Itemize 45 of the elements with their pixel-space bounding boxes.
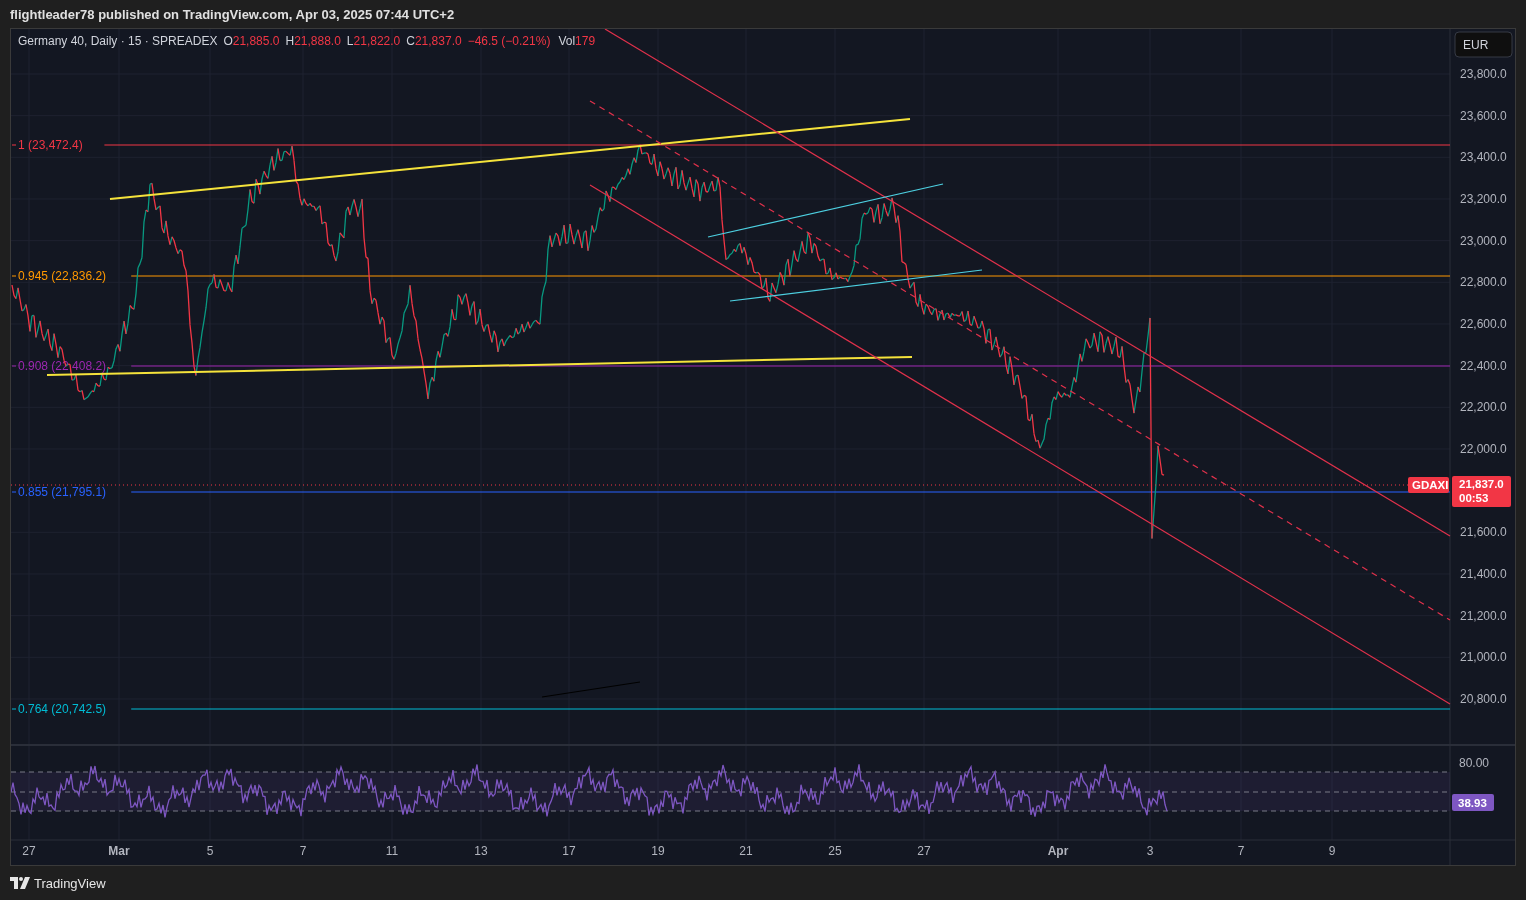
time-tick-label: Apr: [1047, 844, 1069, 858]
time-tick-label: 11: [385, 844, 399, 858]
fib-level-label: 0.764 (20,742.5): [18, 702, 107, 716]
time-tick-label: 17: [562, 844, 576, 858]
tradingview-logo-icon: [10, 877, 30, 889]
logo-text: TradingView: [34, 875, 106, 891]
fib-level-label: 0.945 (22,836.2): [18, 269, 107, 283]
fib-level-label: 1 (23,472.4): [18, 138, 83, 152]
time-tick-label: 27: [22, 844, 36, 858]
price-tick-label: 22,000.0: [1460, 442, 1507, 456]
time-tick-label: 21: [739, 844, 753, 858]
price-tick-label: 22,800.0: [1460, 275, 1507, 290]
price-tick-label: 21,200.0: [1460, 608, 1507, 623]
time-tick-label: 7: [1237, 844, 1245, 858]
last-price-badge: [1452, 476, 1511, 507]
last-price-label: 21,837.0: [1459, 478, 1504, 490]
time-tick-label: 7: [299, 844, 307, 858]
currency-button[interactable]: EUR: [1454, 31, 1513, 58]
price-tick-label: 21,400.0: [1460, 567, 1507, 581]
symbol-legend: Germany 40, Daily · 15 · SPREADEX O21,885.0 H21,888.0 L21,822.0 C21,837.0 −46.5 (−0.21%) Vol179: [18, 34, 596, 48]
price-tick-label: 23,400.0: [1460, 150, 1507, 165]
time-tick-label: 19: [651, 844, 665, 858]
price-tick-label: 22,200.0: [1460, 400, 1507, 415]
publisher-line: flightleader78 published on TradingView.com, Apr 03, 2025 07:44 UTC+2: [10, 6, 455, 22]
price-tick-label: 22,400.0: [1460, 358, 1507, 373]
price-tick-label: 23,600.0: [1460, 108, 1507, 123]
countdown-label: 00:53: [1459, 492, 1489, 504]
price-tick-label: 23,000.0: [1460, 233, 1507, 248]
time-tick-label: 3: [1146, 844, 1154, 858]
time-tick-label: Mar: [108, 844, 130, 858]
price-tick-label: 23,200.0: [1460, 192, 1507, 206]
fib-level-label: 0.855 (21,795.1): [18, 485, 107, 499]
price-tick-label: 23,800.0: [1460, 67, 1507, 81]
symbol-badge: GDAXI: [1408, 477, 1449, 493]
rsi-value-badge: 38.93: [1452, 794, 1494, 811]
time-tick-label: 27: [917, 844, 931, 858]
price-tick-label: 20,800.0: [1460, 692, 1507, 706]
time-tick-label: 25: [828, 844, 842, 858]
time-tick-label: 13: [474, 844, 488, 858]
time-tick-label: 5: [206, 844, 214, 858]
price-tick-label: 21,000.0: [1460, 650, 1507, 665]
price-tick-label: 22,600.0: [1460, 317, 1507, 331]
time-tick-label: 9: [1328, 844, 1336, 858]
price-tick-label: 21,600.0: [1460, 525, 1507, 540]
rsi-tick-label: 80.00: [1459, 756, 1490, 770]
